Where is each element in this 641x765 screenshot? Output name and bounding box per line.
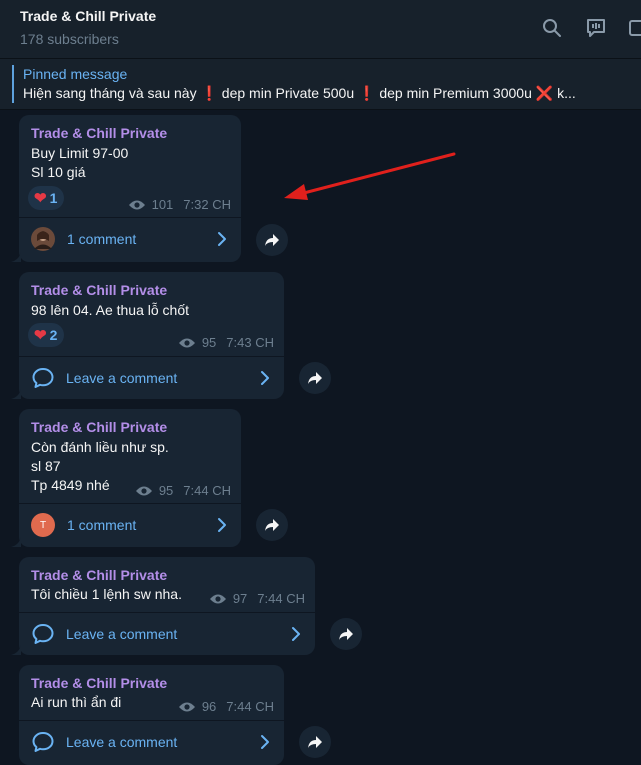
channel-post[interactable]: Trade & Chill Private Buy Limit 97-00 Sl… xyxy=(11,115,241,262)
heart-icon: ❤ xyxy=(34,327,47,344)
view-count: 96 xyxy=(201,699,217,714)
pinned-message-bar[interactable]: Pinned message Hiện sang tháng và sau nà… xyxy=(0,59,641,110)
share-button[interactable] xyxy=(330,618,362,650)
view-count: 95 xyxy=(201,335,217,350)
view-count: 101 xyxy=(151,197,174,212)
post-time: 7:32 CH xyxy=(183,197,231,212)
view-count: 97 xyxy=(232,591,248,606)
comments-button[interactable]: 1 comment xyxy=(19,218,241,260)
exclamation-icon: ❗ xyxy=(358,85,376,101)
post-author: Trade & Chill Private xyxy=(31,125,168,141)
eye-icon xyxy=(178,701,196,713)
chevron-right-icon xyxy=(217,517,227,538)
share-button[interactable] xyxy=(256,224,288,256)
comments-label: 1 comment xyxy=(67,517,137,533)
pinned-text-part: dep min Private 500u xyxy=(217,85,358,101)
channel-post[interactable]: Trade & Chill Private Ai run thì ẩn đi 9… xyxy=(19,665,284,765)
chevron-right-icon xyxy=(260,370,270,391)
heart-icon: ❤ xyxy=(34,190,47,207)
eye-icon xyxy=(209,593,227,605)
search-icon[interactable] xyxy=(540,16,564,40)
share-button[interactable] xyxy=(256,509,288,541)
avatar-letter: T xyxy=(39,519,47,531)
bubble-tail xyxy=(11,537,21,547)
post-author: Trade & Chill Private xyxy=(31,419,168,435)
channel-post[interactable]: Trade & Chill Private Còn đánh liều như … xyxy=(11,409,241,547)
commenter-avatar: T xyxy=(31,513,55,537)
post-time: 7:44 CH xyxy=(257,591,305,606)
subscriber-count: 178 subscribers xyxy=(20,31,119,47)
share-arrow-icon xyxy=(308,372,322,384)
view-count: 95 xyxy=(158,483,174,498)
post-author: Trade & Chill Private xyxy=(31,675,168,691)
comment-bubble-icon xyxy=(31,622,55,646)
share-arrow-icon xyxy=(265,234,279,246)
chevron-right-icon xyxy=(291,626,301,647)
channel-post[interactable]: Trade & Chill Private 98 lên 04. Ae thua… xyxy=(11,272,284,399)
bubble-tail xyxy=(11,645,21,655)
post-meta: 101 7:32 CH xyxy=(128,197,231,212)
post-meta: 95 7:44 CH xyxy=(135,483,231,498)
post-meta: 97 7:44 CH xyxy=(209,591,305,606)
pinned-accent-bar xyxy=(12,65,14,103)
bubble-tail xyxy=(11,389,21,399)
commenter-avatar xyxy=(31,227,55,251)
comments-button[interactable]: Leave a comment xyxy=(19,721,284,763)
post-author: Trade & Chill Private xyxy=(31,567,168,583)
pinned-text-part: dep min Premium 3000u xyxy=(375,85,536,101)
cross-mark-icon: ❌ xyxy=(535,85,554,101)
eye-icon xyxy=(128,199,146,211)
post-meta: 95 7:43 CH xyxy=(178,335,274,350)
reaction-count: 1 xyxy=(49,190,58,206)
eye-icon xyxy=(178,337,196,349)
comments-label: Leave a comment xyxy=(66,370,178,386)
comments-label: 1 comment xyxy=(67,231,137,247)
channel-title[interactable]: Trade & Chill Private xyxy=(20,8,156,24)
post-text-line: sl 87 xyxy=(31,458,61,474)
post-meta: 96 7:44 CH xyxy=(178,699,274,714)
comment-bubble-icon xyxy=(31,366,55,390)
post-text-line: Sl 10 giá xyxy=(31,164,86,180)
post-time: 7:44 CH xyxy=(226,699,274,714)
chevron-right-icon xyxy=(260,734,270,755)
post-time: 7:43 CH xyxy=(226,335,274,350)
post-time: 7:44 CH xyxy=(183,483,231,498)
post-text-line: Ai run thì ẩn đi xyxy=(31,694,122,710)
post-text-line: Tp 4849 nhé xyxy=(31,477,110,493)
comments-button[interactable]: Leave a comment xyxy=(19,357,284,399)
post-text-line: Buy Limit 97-00 xyxy=(31,145,129,161)
pinned-text: Hiện sang tháng và sau này ❗ dep min Pri… xyxy=(23,85,635,102)
eye-icon xyxy=(135,485,153,497)
channel-post[interactable]: Trade & Chill Private Tôi chiều 1 lệnh s… xyxy=(11,557,315,655)
chat-header[interactable]: Trade & Chill Private 178 subscribers xyxy=(0,0,641,59)
red-arrow-annotation xyxy=(284,152,456,200)
comment-bubble-icon xyxy=(31,730,55,754)
reaction-chip[interactable]: ❤ 2 xyxy=(28,323,65,347)
exclamation-icon: ❗ xyxy=(200,85,218,101)
pinned-text-part: k... xyxy=(553,85,576,101)
post-text-line: 98 lên 04. Ae thua lỗ chốt xyxy=(31,302,190,318)
bubble-tail xyxy=(11,252,21,262)
share-button[interactable] xyxy=(299,726,331,758)
reaction-count: 2 xyxy=(49,327,58,343)
share-arrow-icon xyxy=(339,628,353,640)
pinned-text-part: Hiện sang tháng và sau này xyxy=(23,85,201,101)
comments-button[interactable]: Leave a comment xyxy=(19,613,315,655)
share-arrow-icon xyxy=(308,736,322,748)
share-button[interactable] xyxy=(299,362,331,394)
chevron-right-icon xyxy=(217,231,227,252)
share-arrow-icon xyxy=(265,519,279,531)
window-icon[interactable] xyxy=(626,16,641,40)
pinned-label: Pinned message xyxy=(23,66,128,82)
post-author: Trade & Chill Private xyxy=(31,282,168,298)
comments-button[interactable]: T 1 comment xyxy=(19,504,241,546)
discussion-icon[interactable] xyxy=(584,16,608,40)
post-text-line: Tôi chiều 1 lệnh sw nha. xyxy=(31,586,182,602)
post-text-line: Còn đánh liều như sp. xyxy=(31,439,169,455)
comments-label: Leave a comment xyxy=(66,626,178,642)
reaction-chip[interactable]: ❤ 1 xyxy=(28,186,65,210)
